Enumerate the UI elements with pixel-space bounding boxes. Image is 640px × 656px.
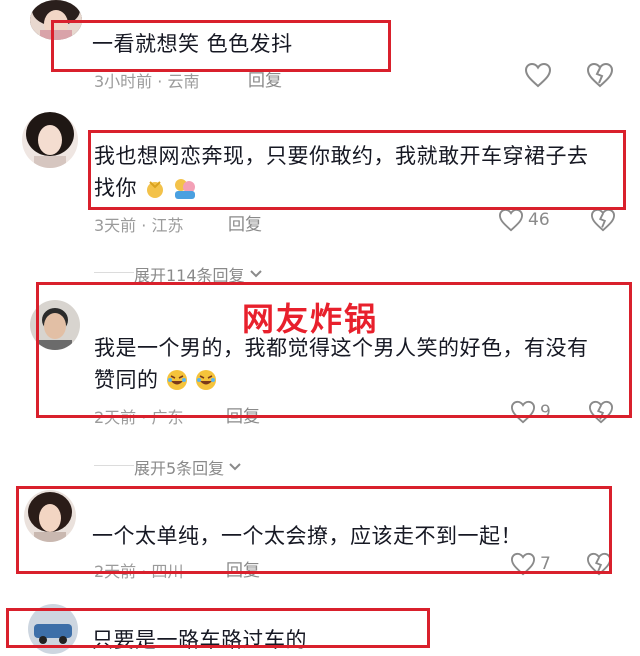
avatar[interactable] [22, 112, 78, 168]
expand-replies-label: 展开5条回复 [134, 459, 225, 478]
reply-button[interactable]: 回复 [228, 210, 262, 235]
chevron-down-icon [249, 269, 263, 279]
highlight-box [36, 282, 632, 418]
dislike-button[interactable] [590, 208, 616, 232]
heart-outline-icon [524, 62, 552, 88]
like-button[interactable]: 46 [498, 208, 550, 232]
highlight-box [51, 20, 391, 72]
like-count: 46 [528, 210, 550, 230]
divider [94, 272, 134, 273]
divider [94, 465, 134, 466]
heart-outline-icon [498, 208, 524, 232]
dislike-button[interactable] [586, 62, 614, 88]
comment-meta: 3天前 · 江苏 [94, 216, 184, 235]
chevron-down-icon [228, 462, 242, 472]
highlight-box [88, 130, 626, 210]
highlight-box [6, 608, 430, 648]
broken-heart-icon [590, 208, 616, 232]
highlight-box [16, 486, 612, 574]
like-button[interactable] [524, 62, 552, 88]
expand-replies-button[interactable]: 展开5条回复 [134, 455, 242, 479]
broken-heart-icon [586, 62, 614, 88]
